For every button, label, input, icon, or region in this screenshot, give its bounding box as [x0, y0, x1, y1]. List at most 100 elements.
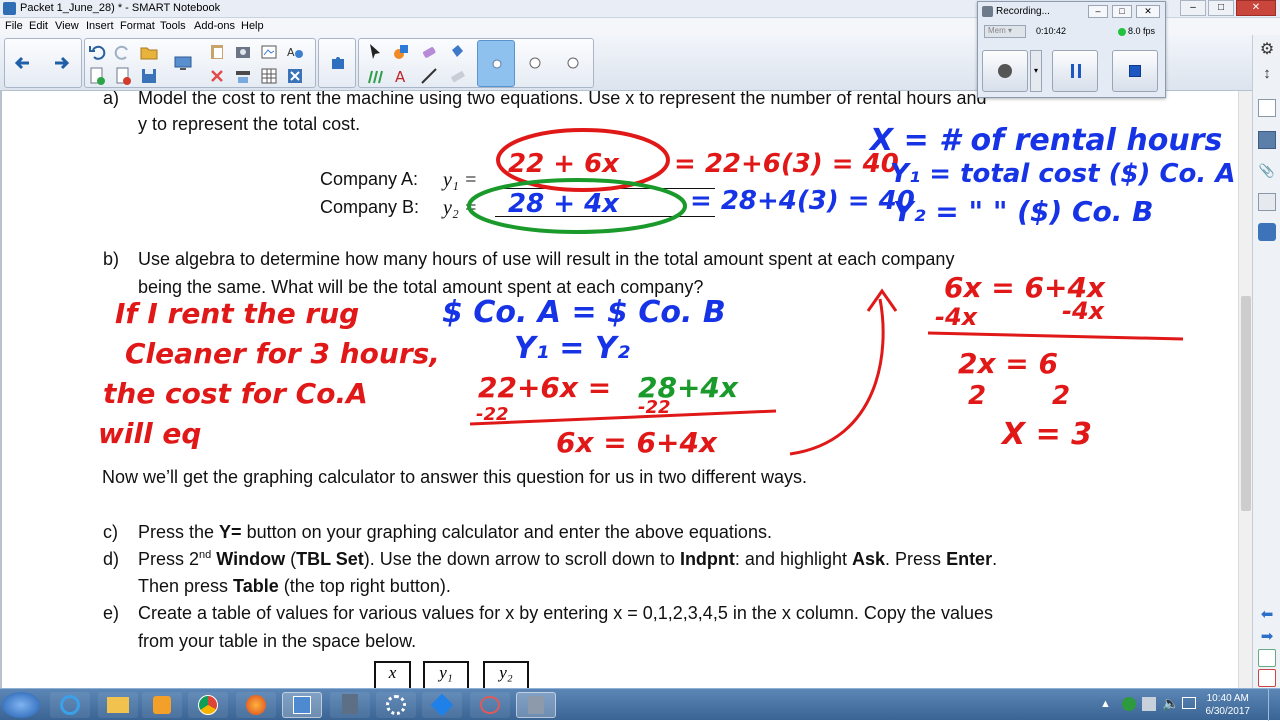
recorder-maximize-button[interactable]: □ — [1112, 5, 1132, 18]
add-page-side-icon[interactable] — [1258, 649, 1276, 667]
shapes-icon[interactable] — [391, 42, 411, 62]
delete-icon[interactable] — [285, 66, 305, 86]
menu-file[interactable]: File — [5, 20, 23, 32]
internet-explorer-icon[interactable] — [50, 692, 90, 718]
ink-rule-right — [927, 331, 1184, 341]
screen-icon[interactable] — [173, 53, 193, 73]
firefox-icon[interactable] — [236, 692, 276, 718]
recorder-minimize-button[interactable]: – — [1088, 5, 1108, 18]
start-button-icon[interactable] — [2, 692, 40, 718]
delete-page-icon[interactable] — [113, 66, 133, 86]
clock-time: 10:40 AM — [1206, 693, 1249, 704]
undo-icon[interactable] — [87, 42, 107, 62]
gallery-icon[interactable] — [1258, 131, 1276, 149]
addons-group — [318, 38, 356, 88]
scrollbar-thumb[interactable] — [1241, 296, 1251, 511]
addons-puzzle-icon[interactable] — [1258, 223, 1276, 241]
volume-icon[interactable]: 🔈 — [1162, 695, 1179, 712]
menu-tools[interactable]: Tools — [160, 20, 186, 32]
display-tray-icon[interactable] — [1182, 697, 1196, 709]
page-sorter-icon[interactable] — [1258, 99, 1276, 117]
stop-button[interactable] — [1112, 50, 1158, 92]
dropbox-icon[interactable] — [422, 692, 462, 718]
record-button[interactable] — [982, 50, 1028, 92]
eraser-icon[interactable] — [419, 42, 439, 62]
printer-tray-icon[interactable] — [1142, 697, 1156, 711]
ink-eq-b: 28 + 4x — [508, 189, 619, 219]
show-hidden-icons-icon[interactable]: ▲ — [1100, 698, 1111, 710]
notebook-page[interactable]: a) Model the cost to rent the machine us… — [0, 91, 1238, 688]
ink-sentence-4: will eq — [98, 417, 202, 450]
recording-time: 0:10:42 — [1036, 26, 1067, 36]
minimize-button[interactable]: – — [1180, 0, 1206, 16]
delete-page-side-icon[interactable] — [1258, 669, 1276, 687]
ink-sentence-1: If I rent the rug — [115, 297, 360, 330]
chrome-icon[interactable] — [188, 692, 228, 718]
svg-text:A: A — [287, 46, 295, 59]
ink-alg-left: 22+6x = — [478, 371, 612, 404]
menu-addons[interactable]: Add-ons — [194, 20, 235, 32]
camera-icon[interactable] — [233, 42, 253, 62]
ink-rule-left — [469, 409, 777, 426]
capture-icon[interactable] — [259, 42, 279, 62]
save-icon[interactable] — [139, 66, 159, 86]
pen-style-2-icon[interactable] — [563, 53, 583, 73]
settings-gear-icon[interactable]: ⚙ — [1257, 39, 1277, 59]
text-icon[interactable]: A — [391, 66, 411, 86]
snipping-tool-icon[interactable] — [470, 692, 510, 718]
highlighter-icon[interactable] — [447, 66, 467, 86]
menu-insert[interactable]: Insert — [86, 20, 114, 32]
previous-page-arrow-icon[interactable]: ⬅ — [1258, 605, 1276, 623]
smart-notebook-taskbar-icon[interactable] — [282, 692, 322, 718]
properties-icon[interactable] — [1258, 193, 1276, 211]
recorder-icon — [982, 6, 993, 17]
system-clock[interactable]: 10:40 AM 6/30/2017 — [1206, 692, 1251, 718]
add-page-icon[interactable] — [87, 66, 107, 86]
redo-icon[interactable] — [113, 42, 133, 62]
table-icon[interactable] — [259, 66, 279, 86]
pen-style-1-icon[interactable] — [525, 53, 545, 73]
recorder-close-button[interactable]: ✕ — [1136, 5, 1160, 18]
paste-icon[interactable] — [207, 42, 227, 62]
taskbar: ▲ 🔈 10:40 AM 6/30/2017 — [0, 688, 1280, 721]
vertical-scrollbar[interactable] — [1238, 91, 1252, 688]
show-desktop-button[interactable] — [1268, 689, 1280, 721]
clear-icon[interactable] — [207, 66, 227, 86]
recording-mode-select[interactable]: Mem ▾ — [984, 25, 1026, 38]
select-arrow-icon[interactable] — [365, 42, 385, 62]
next-page-arrow-icon[interactable]: ➡ — [1258, 627, 1276, 645]
menu-help[interactable]: Help — [241, 20, 264, 32]
close-button[interactable]: ✕ — [1236, 0, 1276, 16]
buildings-app-icon[interactable] — [330, 692, 370, 718]
ink-sentence-2: Cleaner for 3 hours, — [125, 337, 440, 370]
record-options-dropdown[interactable]: ▾ — [1030, 50, 1042, 92]
move-toolbar-icon[interactable]: ↕ — [1257, 65, 1277, 85]
menu-view[interactable]: View — [55, 20, 79, 32]
puzzle-icon[interactable] — [328, 53, 348, 73]
ink-alg-result: 6x = 6+4x — [556, 426, 717, 459]
maximize-button[interactable]: □ — [1208, 0, 1234, 16]
menu-format[interactable]: Format — [120, 20, 155, 32]
flower-app-icon[interactable] — [376, 692, 416, 718]
file-explorer-icon[interactable] — [98, 692, 138, 718]
open-folder-icon[interactable] — [139, 42, 159, 62]
attachments-paperclip-icon[interactable]: 📎 — [1258, 163, 1276, 181]
fullscreen-icon[interactable] — [233, 66, 253, 86]
pens-icon[interactable] — [365, 66, 385, 86]
ink-def-y2: Y₂ = " " ($) Co. B — [893, 195, 1154, 228]
back-button[interactable] — [13, 53, 33, 73]
side-tabs: ⚙ ↕ 📎 ⬅ ➡ — [1252, 35, 1280, 688]
recorder-taskbar-icon[interactable] — [516, 692, 556, 718]
media-player-icon[interactable] — [142, 692, 182, 718]
spellcheck-icon[interactable]: A — [285, 42, 305, 62]
network-tray-icon[interactable] — [1122, 697, 1136, 711]
ink-alg-sub-right: -22 — [638, 397, 671, 418]
ink-eq-a: 22 + 6x — [508, 149, 619, 179]
fill-icon[interactable] — [447, 42, 467, 62]
pause-button[interactable] — [1052, 50, 1098, 92]
forward-button[interactable] — [51, 53, 71, 73]
pen-tool-selected[interactable] — [477, 40, 515, 87]
ink-solution: X = 3 — [1002, 417, 1093, 452]
line-icon[interactable] — [419, 66, 439, 86]
menu-edit[interactable]: Edit — [29, 20, 48, 32]
